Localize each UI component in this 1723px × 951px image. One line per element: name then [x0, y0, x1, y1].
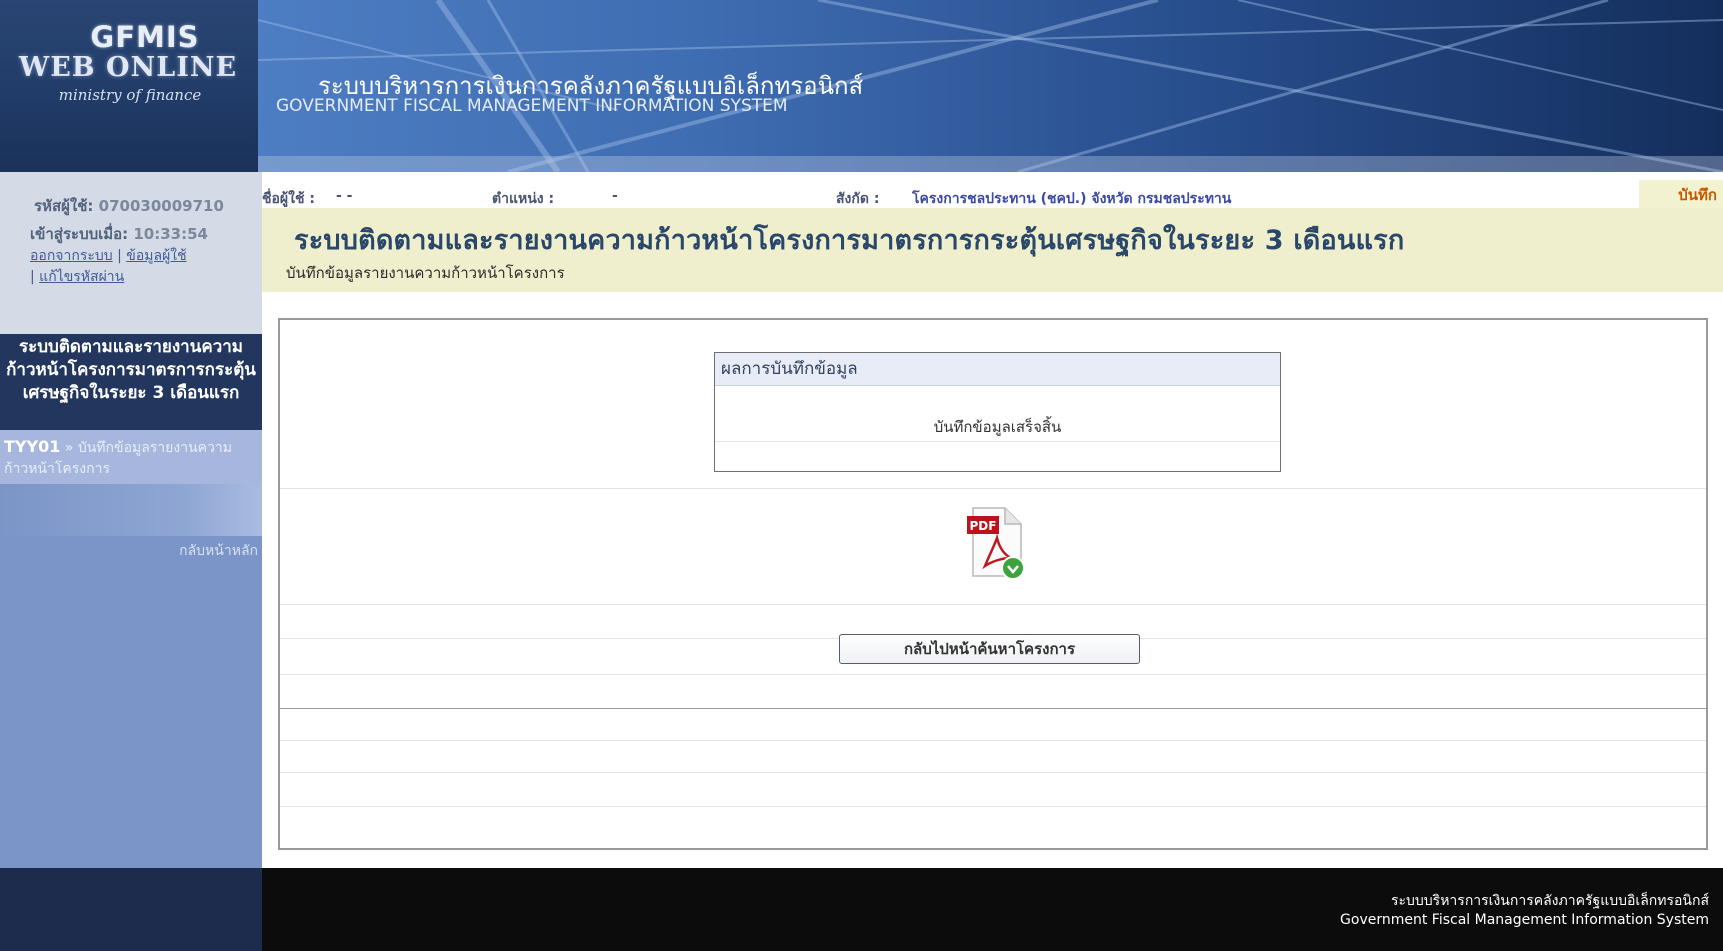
- link-separator: |: [30, 269, 35, 285]
- divider: [280, 674, 1706, 675]
- pdf-download-icon[interactable]: PDF: [955, 504, 1035, 584]
- position-value: -: [612, 188, 618, 204]
- logo-line2: WEB ONLINE: [18, 52, 238, 83]
- user-info-link[interactable]: ข้อมูลผู้ใช้: [126, 248, 186, 264]
- login-label: เข้าสู่ระบบเมื่อ:: [30, 225, 129, 243]
- divider: [280, 604, 1706, 605]
- home-link[interactable]: กลับหน้าหลัก: [0, 540, 258, 562]
- tab-save[interactable]: บันทึก: [1639, 180, 1723, 208]
- footer-text-thai: ระบบบริหารการเงินการคลังภาครัฐแบบอิเล็กท…: [1390, 893, 1709, 909]
- page-subtitle: บันทึกข้อมูลรายงานความก้าวหน้าโครงการ: [286, 264, 565, 282]
- footer-text-english: Government Fiscal Management Information…: [1340, 912, 1709, 928]
- login-time-value: 10:33:54: [133, 225, 208, 243]
- affiliation-value: โครงการชลประทาน (ชคป.) จังหวัด กรมชลประท…: [912, 191, 1232, 207]
- logo-line1: GFMIS: [90, 20, 200, 54]
- user-links: ออกจากระบบ | ข้อมูลผู้ใช้ | แก้ไขรหัสผ่า…: [30, 246, 187, 288]
- divider: [280, 740, 1706, 741]
- logo-line3: ministry of finance: [58, 86, 202, 104]
- main-content: ชื่อผู้ใช้ : - - ตำแหน่ง : - สังกัด : โค…: [262, 172, 1723, 868]
- footer-left-panel: [0, 868, 262, 951]
- result-box: ผลการบันทึกข้อมูล บันทึกข้อมูลเสร็จสิ้น: [714, 352, 1281, 472]
- divider: [280, 806, 1706, 807]
- divider: [280, 708, 1706, 709]
- result-message: บันทึกข้อมูลเสร็จสิ้น: [933, 418, 1062, 436]
- user-code-line: รหัสผู้ใช้: 070030009710: [34, 194, 224, 218]
- divider: [715, 441, 1280, 442]
- menu-item-code: TYY01: [4, 437, 61, 456]
- title-band: ระบบติดตามและรายงานความก้าวหน้าโครงการมา…: [262, 208, 1723, 292]
- menu-section-title: ระบบติดตามและรายงานความก้าวหน้าโครงการมา…: [0, 334, 262, 432]
- affiliation-label: สังกัด :: [836, 191, 880, 207]
- user-info-bar: ชื่อผู้ใช้ : - - ตำแหน่ง : - สังกัด : โค…: [262, 172, 1723, 208]
- menu-decoration: [0, 484, 262, 536]
- back-to-search-button[interactable]: กลับไปหน้าค้นหาโครงการ: [839, 634, 1140, 664]
- header-banner: ระบบบริหารการเงินการคลังภาครัฐแบบอิเล็กท…: [258, 0, 1723, 172]
- login-time-line: เข้าสู่ระบบเมื่อ: 10:33:54: [30, 222, 208, 246]
- link-separator: |: [117, 248, 122, 264]
- divider: [280, 772, 1706, 773]
- result-header: ผลการบันทึกข้อมูล: [715, 353, 1280, 386]
- system-name-english: GOVERNMENT FISCAL MANAGEMENT INFORMATION…: [276, 96, 788, 116]
- page-title: ระบบติดตามและรายงานความก้าวหน้าโครงการมา…: [294, 225, 1405, 256]
- sidebar: รหัสผู้ใช้: 070030009710 เข้าสู่ระบบเมื่…: [0, 172, 262, 868]
- sidebar-item-tyy01[interactable]: TYY01 » บันทึกข้อมูลรายงานความก้าวหน้าโค…: [0, 430, 262, 484]
- username-label: ชื่อผู้ใช้ :: [262, 191, 315, 207]
- user-code-value: 070030009710: [98, 197, 224, 215]
- username-value: - -: [336, 188, 353, 204]
- main-panel: ผลการบันทึกข้อมูล บันทึกข้อมูลเสร็จสิ้น …: [278, 318, 1708, 850]
- logout-link[interactable]: ออกจากระบบ: [30, 248, 113, 264]
- user-code-label: รหัสผู้ใช้:: [34, 197, 94, 215]
- position-label: ตำแหน่ง :: [492, 191, 555, 207]
- page-footer: ระบบบริหารการเงินการคลังภาครัฐแบบอิเล็กท…: [0, 868, 1723, 951]
- menu-item-arrow: »: [64, 440, 74, 456]
- divider: [280, 488, 1706, 489]
- gfmis-logo: GFMIS WEB ONLINE ministry of finance: [0, 0, 258, 172]
- pdf-badge-text: PDF: [970, 519, 997, 533]
- change-password-link[interactable]: แก้ไขรหัสผ่าน: [39, 269, 124, 285]
- user-info-box: รหัสผู้ใช้: 070030009710 เข้าสู่ระบบเมื่…: [0, 172, 262, 334]
- page-header: GFMIS WEB ONLINE ministry of finance ระบ…: [0, 0, 1723, 172]
